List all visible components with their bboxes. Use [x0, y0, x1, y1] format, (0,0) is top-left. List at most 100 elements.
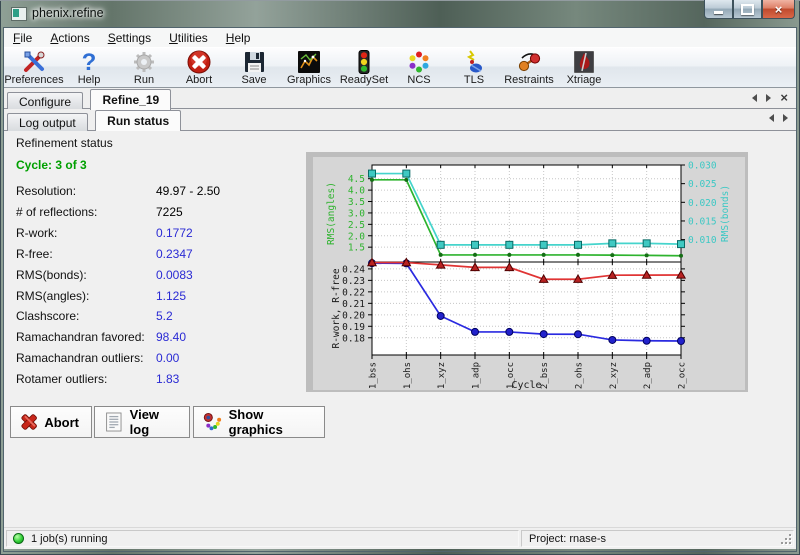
toolbar: Preferences ? Help Run [4, 47, 796, 88]
toolbar-label: Preferences [4, 75, 63, 86]
abort-x-icon [19, 410, 39, 434]
save-icon [241, 49, 267, 75]
window-controls: × [704, 0, 795, 19]
svg-text:4.5: 4.5 [348, 174, 365, 185]
view-log-button[interactable]: View log [94, 406, 190, 438]
minimize-icon [714, 11, 723, 14]
svg-text:2.5: 2.5 [348, 220, 365, 231]
menu-help[interactable]: Help [217, 29, 260, 47]
menu-actions[interactable]: Actions [41, 29, 98, 47]
main-tab-controls: × [752, 93, 788, 102]
status-field-label: R-work: [16, 226, 57, 240]
resize-grip[interactable] [779, 532, 791, 544]
tab-scroll-right-icon[interactable] [783, 114, 788, 122]
run-status-panel: Refinement status Cycle: 3 of 3 Resoluti… [4, 131, 796, 527]
svg-text:2_ohs: 2_ohs [575, 362, 585, 389]
status-field-label: Resolution: [16, 184, 76, 198]
toolbar-label: NCS [407, 75, 430, 86]
status-field-row: Ramachandran outliers: 0.00 [16, 351, 304, 367]
minimize-button[interactable] [704, 0, 733, 19]
status-field-row: Rotamer outliers:1.83 [16, 372, 304, 388]
toolbar-graphics[interactable]: Graphics [282, 48, 336, 86]
tab-close-icon[interactable]: × [780, 93, 788, 102]
status-field-row: Clashscore: 5.2 [16, 309, 304, 325]
toolbar-tls[interactable]: TLS [447, 48, 501, 86]
status-field-value: 0.1772 [156, 226, 193, 240]
tab-scroll-right-icon[interactable] [766, 94, 771, 102]
svg-text:2.0: 2.0 [348, 231, 365, 242]
project-status-cell: Project: rnase-s [521, 530, 794, 547]
tab-run-status[interactable]: Run status [95, 110, 181, 131]
toolbar-ncs[interactable]: NCS [392, 48, 446, 86]
cycle-status: Cycle: 3 of 3 [16, 158, 87, 172]
svg-text:RMS(bonds): RMS(bonds) [720, 185, 731, 242]
toolbar-readyset[interactable]: ReadySet [337, 48, 391, 86]
status-field-row: # of reflections:7225 [16, 205, 304, 221]
log-document-icon [103, 410, 125, 434]
menu-utilities[interactable]: Utilities [160, 29, 217, 47]
status-field-row: Resolution: 49.97 - 2.50 [16, 184, 304, 200]
status-field-row: Ramachandran favored:98.40 [16, 330, 304, 346]
chart-canvas: 1_bss1_ohs1_xyz1_adp1_occ2_bss2_ohs2_xyz… [313, 157, 745, 390]
jobs-status-cell: 1 job(s) running [6, 530, 519, 547]
view-log-button-label: View log [130, 407, 177, 437]
status-field-value: 98.40 [156, 330, 186, 344]
svg-text:2_occ: 2_occ [678, 362, 688, 389]
tab-scroll-left-icon[interactable] [752, 94, 757, 102]
status-field-value: 0.00 [156, 351, 179, 365]
status-field-label: R-free: [16, 247, 53, 261]
abort-icon [186, 49, 212, 75]
status-field-row: R-work: 0.1772 [16, 226, 304, 242]
toolbar-save[interactable]: Save [227, 48, 281, 86]
tab-log-output[interactable]: Log output [7, 113, 88, 132]
svg-text:1_adp: 1_adp [472, 362, 482, 389]
tab-scroll-left-icon[interactable] [769, 114, 774, 122]
toolbar-help[interactable]: ? Help [62, 48, 116, 86]
status-field-label: # of reflections: [16, 205, 97, 219]
toolbar-abort[interactable]: Abort [172, 48, 226, 86]
svg-text:0.025: 0.025 [688, 179, 717, 190]
menu-file[interactable]: File [4, 29, 41, 47]
maximize-button[interactable] [733, 0, 762, 19]
svg-text:2_xyz: 2_xyz [609, 362, 619, 389]
svg-text:0.19: 0.19 [342, 322, 365, 333]
tab-refine-19[interactable]: Refine_19 [90, 89, 171, 110]
svg-text:Cycle: Cycle [511, 380, 541, 390]
toolbar-label: Save [241, 75, 266, 86]
status-field-label: RMS(angles): [16, 289, 89, 303]
status-field-value: 49.97 - 2.50 [156, 184, 220, 198]
title-bar[interactable]: phenix.refine × [0, 0, 800, 28]
toolbar-label: Help [78, 75, 101, 86]
project-label: Project: rnase-s [529, 533, 606, 545]
toolbar-run[interactable]: Run [117, 48, 171, 86]
toolbar-xtriage[interactable]: Xtriage [557, 48, 611, 86]
show-graphics-button[interactable]: Show graphics [193, 406, 325, 438]
status-field-label: Clashscore: [16, 309, 79, 323]
toolbar-preferences[interactable]: Preferences [7, 48, 61, 86]
svg-text:3.0: 3.0 [348, 208, 365, 219]
close-button[interactable]: × [762, 0, 795, 19]
abort-button[interactable]: Abort [10, 406, 92, 438]
chart-panel: 1_bss1_ohs1_xyz1_adp1_occ2_bss2_ohs2_xyz… [306, 152, 748, 392]
status-field-label: Ramachandran outliers: [16, 351, 143, 365]
svg-text:3.5: 3.5 [348, 197, 365, 208]
app-icon [11, 7, 27, 21]
svg-text:0.015: 0.015 [688, 216, 717, 227]
svg-text:R-work, R-free: R-work, R-free [331, 268, 342, 348]
status-field-value: 0.2347 [156, 247, 193, 261]
tools-icon [21, 49, 47, 75]
toolbar-label: Abort [186, 75, 212, 86]
toolbar-restraints[interactable]: Restraints [502, 48, 556, 86]
menu-settings[interactable]: Settings [99, 29, 160, 47]
sub-tab-strip: Log output Run status [4, 109, 796, 131]
run-gear-icon [131, 49, 157, 75]
svg-text:0.030: 0.030 [688, 161, 717, 172]
svg-text:0.020: 0.020 [688, 198, 717, 209]
status-field-value: 1.125 [156, 289, 186, 303]
svg-text:0.22: 0.22 [342, 287, 365, 298]
toolbar-label: Restraints [504, 75, 554, 86]
status-field-value: 5.2 [156, 309, 173, 323]
readyset-icon [351, 49, 377, 75]
restraints-icon [516, 49, 542, 75]
status-field-row: R-free: 0.2347 [16, 247, 304, 263]
